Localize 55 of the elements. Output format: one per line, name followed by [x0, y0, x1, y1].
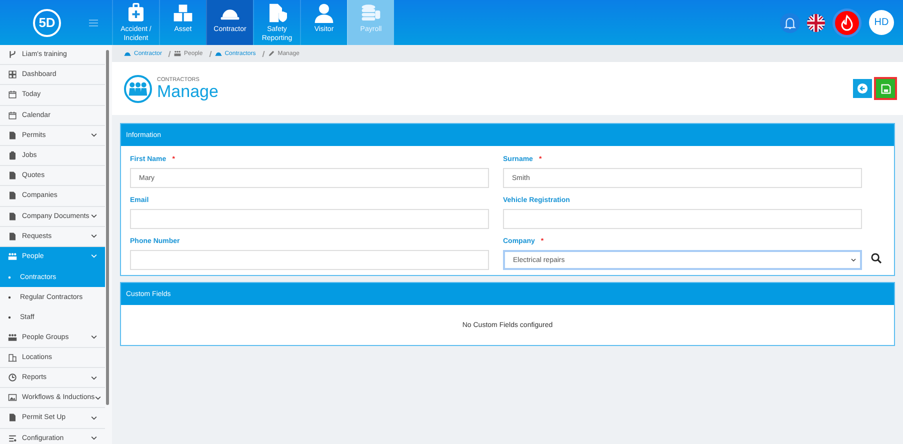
page-title: Manage	[157, 82, 218, 100]
document-icon	[8, 413, 17, 422]
person-icon	[314, 3, 334, 23]
input-field[interactable]	[130, 250, 489, 270]
user-avatar[interactable]: HD	[869, 10, 894, 35]
people-icon	[8, 332, 17, 342]
flame-button-icon[interactable]	[832, 8, 862, 38]
document-shield-icon	[267, 3, 287, 23]
chevron-down-icon	[851, 258, 856, 262]
people-badge-icon	[124, 74, 152, 102]
chevron-down-icon	[91, 335, 97, 340]
clock-icon	[8, 373, 17, 382]
chevron-down-icon	[91, 416, 97, 420]
document-icon	[8, 212, 17, 221]
search-icon[interactable]	[871, 253, 882, 264]
people-icon	[174, 50, 182, 57]
document-icon	[8, 171, 17, 180]
back-arrow-icon	[857, 83, 868, 94]
menu-icon[interactable]	[89, 18, 98, 26]
hard-hat-icon	[214, 50, 222, 57]
coins-icon	[361, 3, 381, 23]
image-icon	[8, 393, 17, 402]
input-field[interactable]	[130, 209, 489, 229]
chevron-down-icon	[91, 254, 97, 258]
document-icon	[8, 232, 17, 241]
logo[interactable]: 5D	[33, 8, 61, 36]
first-aid-kit-icon	[126, 3, 146, 23]
input-field[interactable]	[503, 209, 862, 229]
notification-bell-icon[interactable]	[780, 12, 800, 32]
document-icon	[8, 130, 17, 140]
calendar-icon	[8, 110, 17, 120]
bullet-icon	[8, 296, 11, 299]
scrollbar[interactable]	[106, 50, 109, 405]
boxes-icon	[173, 3, 193, 23]
building-icon	[8, 352, 17, 362]
clipboard-icon	[8, 151, 17, 160]
chevron-down-icon	[91, 376, 97, 380]
chevron-down-icon	[91, 133, 97, 138]
chevron-down-icon	[91, 214, 97, 218]
back-button[interactable]	[853, 79, 872, 98]
chevron-down-icon	[94, 396, 101, 400]
people-icon	[8, 252, 17, 261]
pencil-icon	[268, 50, 275, 57]
bullet-icon	[8, 276, 11, 279]
uk-flag-icon[interactable]	[807, 14, 825, 32]
document-icon	[8, 191, 17, 200]
list-icon	[8, 434, 17, 443]
hard-hat-icon	[124, 50, 131, 57]
grid-icon	[8, 70, 17, 80]
chevron-down-icon	[91, 436, 97, 440]
chevron-down-icon	[91, 234, 97, 238]
calendar-icon	[8, 90, 17, 100]
bullet-icon	[8, 316, 11, 320]
branch-icon	[8, 50, 17, 60]
save-button[interactable]	[876, 79, 895, 98]
